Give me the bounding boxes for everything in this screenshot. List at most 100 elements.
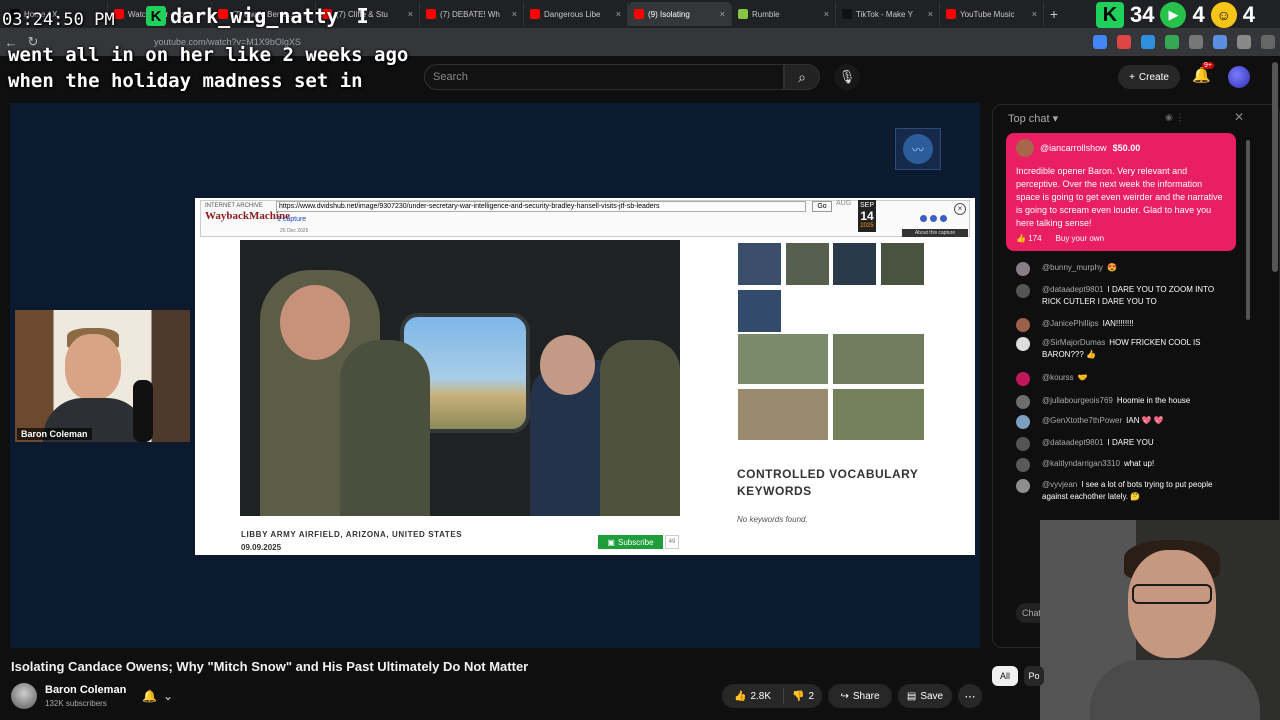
create-button[interactable]: + Create <box>1118 65 1180 89</box>
gallery-thumbnail[interactable] <box>738 389 828 440</box>
chat-message[interactable]: @bunny_murphy 😍 <box>1016 262 1226 276</box>
close-icon[interactable]: ✕ <box>1234 110 1244 124</box>
chat-author[interactable]: @kourss <box>1042 373 1074 382</box>
search-button[interactable]: ⌕ <box>784 64 820 90</box>
tab-close-icon[interactable]: × <box>1032 9 1037 19</box>
superchat-likes[interactable]: 👍 174 <box>1016 234 1042 243</box>
facebook-icon[interactable] <box>930 215 937 222</box>
avatar[interactable] <box>1016 262 1030 276</box>
avatar[interactable] <box>1016 372 1030 386</box>
chip-filter[interactable]: Po <box>1024 666 1044 686</box>
browser-tab[interactable]: (9) Isolating × <box>628 2 732 26</box>
gallery-thumbnail[interactable] <box>881 243 924 285</box>
notifications-button[interactable]: 🔔 9+ <box>1192 62 1214 84</box>
more-actions-button[interactable]: ⋯ <box>958 684 982 708</box>
superchat-card[interactable]: @iancarrollshow $50.00 Incredible opener… <box>1006 133 1236 251</box>
extension-icon[interactable] <box>1165 35 1179 49</box>
chat-author[interactable]: @vyvjean <box>1042 480 1077 489</box>
gallery-thumbnail[interactable] <box>738 290 781 332</box>
chat-scrollbar[interactable] <box>1246 140 1250 320</box>
gallery-thumbnail[interactable] <box>833 334 924 384</box>
tab-close-icon[interactable]: × <box>928 9 933 19</box>
tab-close-icon[interactable]: × <box>616 9 621 19</box>
chat-message[interactable]: @dataadept9801 I DARE YOU <box>1016 437 1226 451</box>
chat-message[interactable]: @kaitlyndarrigan3310 what up! <box>1016 458 1226 472</box>
chat-author[interactable]: @dataadept9801 <box>1042 285 1104 294</box>
chat-message[interactable]: @dataadept9801 I DARE YOU TO ZOOM INTO RI… <box>1016 284 1226 308</box>
tab-close-icon[interactable]: × <box>512 9 517 19</box>
avatar[interactable] <box>1016 395 1030 409</box>
browser-tab[interactable]: TikTok - Make Y × <box>836 2 940 26</box>
gallery-thumbnail[interactable] <box>738 243 781 285</box>
avatar[interactable] <box>11 683 37 709</box>
extension-icon[interactable] <box>1117 35 1131 49</box>
chat-mode-dropdown[interactable]: Top chat ▾ <box>1008 112 1058 125</box>
twitter-icon[interactable] <box>940 215 947 222</box>
share-button[interactable]: ↪ Share <box>828 684 892 708</box>
wayback-prev-month[interactable]: AUG <box>836 200 851 207</box>
wayback-url-input[interactable]: https://www.dvidshub.net/image/9307230/u… <box>276 201 806 212</box>
avatar[interactable] <box>1016 337 1030 351</box>
chat-text: 🤝 <box>1077 373 1088 382</box>
browser-tab[interactable]: YouTube Music × <box>940 2 1044 26</box>
buy-your-own-link[interactable]: Buy your own <box>1056 234 1104 243</box>
wayback-captures-link[interactable]: 1 capture <box>277 216 306 223</box>
gallery-thumbnail[interactable] <box>833 389 924 440</box>
chat-author[interactable]: @kaitlyndarrigan3310 <box>1042 459 1120 468</box>
avatar[interactable] <box>1016 437 1030 451</box>
tab-close-icon[interactable]: × <box>408 9 413 19</box>
avatar[interactable] <box>1016 318 1030 332</box>
avatar[interactable] <box>1016 458 1030 472</box>
chat-message[interactable]: @juliabourgeois769 Hoomie in the house <box>1016 395 1226 409</box>
channel-name[interactable]: Baron Coleman <box>45 684 126 696</box>
extension-icon[interactable] <box>1093 35 1107 49</box>
wayback-go-button[interactable]: Go <box>812 201 832 212</box>
browser-tab[interactable]: Rumble × <box>732 2 836 26</box>
voice-search-button[interactable]: 🎙 <box>834 64 860 90</box>
superchat-author[interactable]: @iancarrollshow <box>1040 143 1107 153</box>
menu-icon[interactable] <box>1261 35 1275 49</box>
main-photo[interactable] <box>240 240 680 516</box>
chat-author[interactable]: @juliabourgeois769 <box>1042 396 1113 405</box>
chat-message-body: @GenXtothe7thPower IAN 💖 💖 <box>1016 415 1226 427</box>
account-avatar[interactable] <box>1228 66 1250 88</box>
page-scrollbar[interactable] <box>1272 62 1278 272</box>
chat-message[interactable]: @GenXtothe7thPower IAN 💖 💖 <box>1016 415 1226 429</box>
extension-icon[interactable] <box>1237 35 1251 49</box>
browser-tab[interactable]: (7) DEBATE! Wh × <box>420 2 524 26</box>
browser-tab[interactable]: Dangerous Libe × <box>524 2 628 26</box>
wayback-logo[interactable]: INTERNET ARCHIVE WaybackMachine <box>205 203 290 231</box>
extension-icon[interactable] <box>1189 35 1203 49</box>
wayback-about-capture[interactable]: About this capture <box>902 229 968 237</box>
chat-author[interactable]: @SirMajorDumas <box>1042 338 1105 347</box>
chat-message[interactable]: @kourss 🤝 <box>1016 372 1226 386</box>
chat-header-icons[interactable]: ◉ ⋮ <box>1165 112 1184 123</box>
new-tab-button[interactable]: + <box>1044 6 1064 22</box>
tab-close-icon[interactable]: × <box>824 9 829 19</box>
gallery-thumbnail[interactable] <box>833 243 876 285</box>
tab-close-icon[interactable]: × <box>720 9 725 19</box>
gallery-thumbnail[interactable] <box>738 334 828 384</box>
extension-icon[interactable] <box>1213 35 1227 49</box>
chat-author[interactable]: @dataadept9801 <box>1042 438 1104 447</box>
chat-message[interactable]: @vyvjean I see a lot of bots trying to pu… <box>1016 479 1226 503</box>
close-icon[interactable]: × <box>954 203 966 215</box>
subscribe-button[interactable]: ▣ Subscribe <box>598 535 663 549</box>
chat-author[interactable]: @JanicePhillips <box>1042 319 1099 328</box>
chat-message[interactable]: @JanicePhillips IAN!!!!!!!! <box>1016 318 1226 332</box>
avatar[interactable] <box>1016 415 1030 429</box>
search-input[interactable]: Search <box>424 64 784 90</box>
avatar[interactable] <box>1016 479 1030 493</box>
help-icon[interactable] <box>920 215 927 222</box>
chat-author[interactable]: @GenXtothe7thPower <box>1042 416 1122 425</box>
chat-author[interactable]: @bunny_murphy <box>1042 263 1103 272</box>
save-button[interactable]: ▤ Save <box>898 684 952 708</box>
chat-message[interactable]: @SirMajorDumas HOW FRICKEN COOL IS BARON?… <box>1016 337 1226 361</box>
dislike-button[interactable]: 👎 2 <box>784 691 814 702</box>
like-button[interactable]: 👍 2.8K <box>722 688 784 704</box>
chip-all[interactable]: All <box>992 666 1018 686</box>
avatar[interactable] <box>1016 284 1030 298</box>
extension-icon[interactable] <box>1141 35 1155 49</box>
gallery-thumbnail[interactable] <box>786 243 829 285</box>
subscription-bell-button[interactable]: 🔔 ⌄ <box>136 684 186 708</box>
